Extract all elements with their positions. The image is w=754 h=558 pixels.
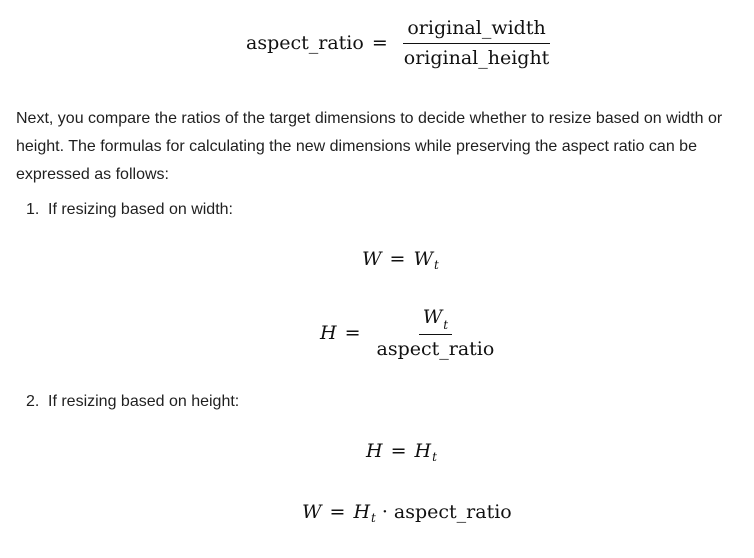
eq-lhs: W (302, 501, 322, 523)
equals-sign: = (390, 440, 407, 462)
list-item-text: If resizing based on width: (48, 201, 233, 218)
eq-rhs-subscript: t (371, 511, 376, 525)
multiplication-dot: · (381, 501, 388, 523)
eq-rhs: H (353, 501, 371, 523)
equals-sign: = (344, 322, 361, 344)
fraction-numerator: Wt (418, 305, 453, 335)
eq-rhs-subscript: t (433, 258, 439, 272)
eq-lhs: W (362, 248, 382, 270)
fraction-denominator: aspect_ratio (376, 338, 495, 360)
list-marker: 2. (26, 393, 40, 410)
formula-lhs: aspect_ratio (246, 32, 364, 54)
height-fraction: Wt aspect_ratio (373, 305, 499, 361)
fraction-denominator: original_height (403, 47, 550, 69)
eq-lhs: H (320, 322, 337, 344)
list-item: 2. If resizing based on height: (26, 390, 239, 414)
width-equation-1: W = Wt (362, 248, 439, 272)
equals-sign: = (389, 248, 406, 270)
eq-rhs: W (413, 248, 433, 270)
height-equation-1: H = Ht (366, 440, 437, 464)
list-item: 1. If resizing based on width: (26, 198, 233, 222)
width-equation-2: H = Wt aspect_ratio (320, 305, 502, 361)
fraction-numerator: original_width (403, 16, 550, 44)
list-item-text: If resizing based on height: (48, 393, 240, 410)
eq-lhs: H (366, 440, 383, 462)
aspect-ratio-fraction: original_width original_height (400, 16, 554, 70)
explanation-paragraph: Next, you compare the ratios of the targ… (16, 110, 723, 183)
aspect-ratio-formula: aspect_ratio = original_width original_h… (246, 16, 557, 70)
list-marker: 1. (26, 201, 40, 218)
eq-tail: aspect_ratio (393, 501, 512, 523)
eq-rhs-subscript: t (432, 450, 437, 464)
height-equation-2: W = Ht · aspect_ratio (302, 501, 512, 525)
eq-rhs: H (414, 440, 432, 462)
equals-sign: = (371, 32, 388, 54)
equals-sign: = (329, 501, 346, 523)
